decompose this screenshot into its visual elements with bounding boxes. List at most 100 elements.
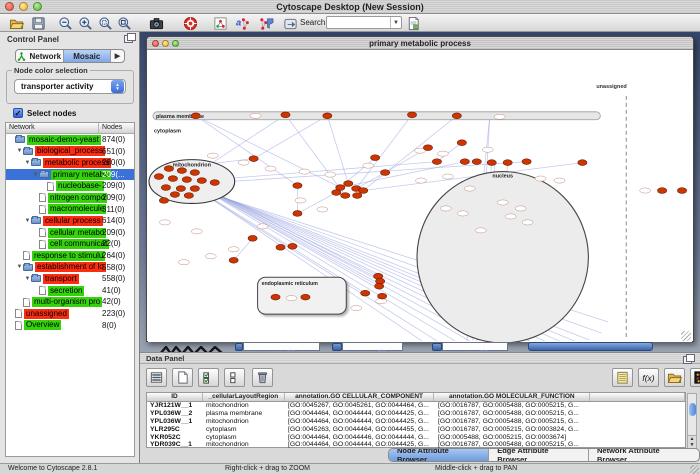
network-node[interactable]	[190, 170, 199, 176]
network-node[interactable]	[170, 192, 179, 198]
table-row[interactable]: YLR295Ccytoplasm[GO:0045263, GO:0044464,…	[147, 425, 685, 433]
network-node[interactable]	[168, 176, 177, 182]
network-node[interactable]	[276, 244, 285, 250]
network-node[interactable]	[281, 112, 290, 118]
tree-row[interactable]: Overview8(0)	[6, 320, 134, 332]
minimized-window-titlebar[interactable]	[528, 342, 653, 351]
network-node[interactable]	[197, 178, 206, 184]
table-row[interactable]: YPL036W__2plasma membrane[GO:0044464, GO…	[147, 410, 685, 418]
tree-row[interactable]: ▼primary metabo209(...	[6, 169, 134, 181]
table-cell[interactable]: [GO:0016787, GO:0005488, GO:0005215, G..…	[435, 418, 591, 425]
tab-mosaic[interactable]: Mosaic	[64, 50, 112, 62]
filter-icon[interactable]	[258, 15, 275, 31]
table-cell[interactable]: [GO:0044464, GO:0044444, GO:0044425, G..…	[285, 418, 435, 425]
select-attributes-icon[interactable]	[198, 368, 219, 387]
network-node[interactable]	[341, 193, 350, 199]
save-icon[interactable]	[30, 15, 47, 31]
manage-plugins-icon[interactable]	[405, 15, 422, 31]
network-node[interactable]	[210, 180, 219, 186]
network-node[interactable]	[248, 235, 257, 241]
network-node[interactable]	[658, 188, 667, 194]
tree-row[interactable]: ▼cellular process614(0)	[6, 215, 134, 227]
annotation-icon[interactable]	[282, 15, 299, 31]
table-cell[interactable]: [GO:0016787, GO:0005215, GO:0003824, G..…	[435, 426, 591, 433]
column-header[interactable]: _cellularLayoutRegion	[203, 393, 285, 401]
network-node[interactable]	[677, 188, 686, 194]
tree-row[interactable]: ▼biological_process651(0)	[6, 146, 134, 158]
tab-network[interactable]: Network	[16, 50, 64, 62]
expand-arrow-icon[interactable]: ▼	[24, 276, 31, 282]
table-cell[interactable]: YPL036W__2	[147, 410, 203, 417]
column-header[interactable]: ID	[147, 393, 203, 401]
table-cell[interactable]: cytoplasm	[203, 434, 285, 441]
float-panel-icon[interactable]	[683, 356, 692, 364]
network-node[interactable]	[423, 145, 432, 151]
network-node[interactable]	[154, 174, 163, 180]
expand-arrow-icon[interactable]: ▼	[16, 264, 23, 270]
minimized-window-zigzag[interactable]	[160, 342, 223, 351]
delete-attribute-icon[interactable]	[252, 368, 273, 387]
network-node[interactable]	[487, 160, 496, 166]
network-node[interactable]	[301, 294, 310, 300]
minimized-window-thumb[interactable]	[243, 342, 320, 351]
network-node[interactable]	[522, 159, 531, 165]
table-cell[interactable]: [GO:0044464, GO:0044444, GO:0044425, G..…	[285, 410, 435, 417]
node-color-dropdown[interactable]: transporter activity ▲▼	[14, 79, 126, 94]
zoom-selected-icon[interactable]	[97, 15, 114, 31]
network-node[interactable]	[249, 156, 258, 162]
network-node[interactable]	[578, 160, 587, 166]
table-cell[interactable]: [GO:0016787, GO:0005488, GO:0005215, G..…	[435, 402, 591, 409]
network-node[interactable]	[378, 293, 387, 299]
table-cell[interactable]: YLR295C	[147, 426, 203, 433]
tree-row[interactable]: macromolecule311(0)	[6, 204, 134, 216]
tree-row[interactable]: ▼metabolic process280(0)	[6, 157, 134, 169]
network-node[interactable]	[182, 177, 191, 183]
select-nodes-checkbox[interactable]: ✓	[13, 108, 23, 118]
network-window-titlebar[interactable]: primary metabolic process	[147, 37, 693, 50]
network-node[interactable]	[164, 166, 173, 172]
table-row[interactable]: YKR052Ccytoplasm[GO:0044464, GO:0044446,…	[147, 433, 685, 441]
table-cell[interactable]: YKR052C	[147, 434, 203, 441]
tree-row[interactable]: ▼transport558(0)	[6, 273, 134, 285]
network-node[interactable]	[460, 159, 469, 165]
search-input[interactable]	[327, 17, 390, 28]
tree-row[interactable]: cell communicat22(0)	[6, 238, 134, 250]
table-row[interactable]: YJR121W__1mitochondrion[GO:0045267, GO:0…	[147, 402, 685, 410]
network-node[interactable]	[381, 170, 390, 176]
search-dropdown-arrow[interactable]: ▼	[390, 17, 401, 28]
network-node[interactable]	[161, 185, 170, 191]
vizmapper-icon[interactable]: a	[234, 15, 251, 31]
network-node[interactable]	[159, 198, 168, 204]
table-cell[interactable]: YJR121W__1	[147, 402, 203, 409]
table-cell[interactable]: [GO:0045267, GO:0045261, GO:0044464, G..…	[285, 402, 435, 409]
table-scrollbar[interactable]: ▲▼	[687, 393, 697, 449]
attribute-grid-icon[interactable]	[146, 368, 167, 387]
scrollbar-arrows[interactable]: ▲▼	[688, 435, 696, 448]
zoom-in-icon[interactable]	[77, 15, 94, 31]
tree-row[interactable]: unassigned223(0)	[6, 308, 134, 320]
minimized-window-tab[interactable]	[432, 343, 442, 351]
tree-row[interactable]: multi-organism pro42(0)	[6, 296, 134, 308]
minimized-window-tab[interactable]	[235, 343, 243, 351]
network-node[interactable]	[359, 188, 368, 194]
expand-arrow-icon[interactable]: ▼	[24, 218, 31, 224]
table-cell[interactable]: mitochondrion	[203, 441, 285, 448]
app-resize-grip[interactable]	[690, 465, 699, 474]
network-node[interactable]	[191, 113, 200, 119]
table-cell[interactable]: [GO:0005488, GO:0005215, GO:0003674]	[435, 434, 591, 441]
snapshot-icon[interactable]	[148, 15, 165, 31]
minimized-window-thumb[interactable]	[342, 342, 403, 351]
table-cell[interactable]: YDR039C__1	[147, 441, 203, 448]
network-overview-icon[interactable]	[212, 15, 229, 31]
tree-row[interactable]: ▼establishment of lo558(0)	[6, 262, 134, 274]
column-header[interactable]: annotation.GO MOLECULAR_FUNCTION	[434, 393, 590, 401]
network-node[interactable]	[323, 113, 332, 119]
expand-arrow-icon[interactable]: ▼	[32, 172, 39, 178]
new-attribute-icon[interactable]	[172, 368, 193, 387]
attribute-matrix-icon[interactable]	[690, 368, 700, 387]
network-node[interactable]	[184, 193, 193, 199]
network-node[interactable]	[457, 140, 466, 146]
open-folder-icon[interactable]	[8, 15, 25, 31]
network-node[interactable]	[375, 283, 384, 289]
network-node[interactable]	[503, 160, 512, 166]
